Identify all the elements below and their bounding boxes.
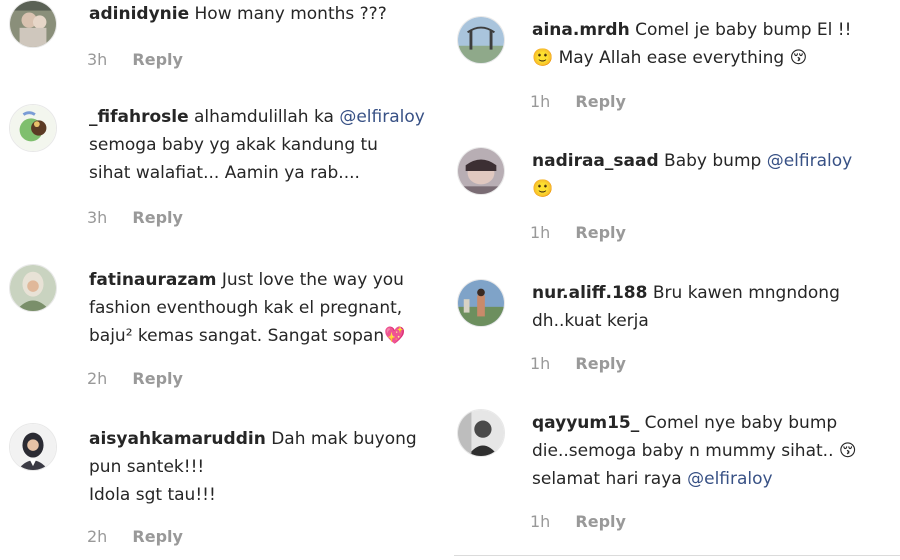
heart-emoji-icon: 💖 — [384, 326, 406, 346]
comment-text: aina.mrdh Comel je baby bump El !! 🙂 May… — [532, 16, 851, 72]
comment-timestamp: 2h — [87, 369, 108, 388]
comment-message: alhamdulillah ka — [194, 107, 334, 127]
comment-text: qayyum15_ Comel nye baby bump die..semog… — [532, 409, 857, 493]
kiss-emoji-icon: 😚 — [789, 48, 808, 68]
reply-button[interactable]: Reply — [575, 354, 626, 373]
comment-message: Just love the way you — [221, 270, 404, 290]
avatar[interactable] — [9, 264, 57, 312]
comment-message-line: sihat walafiat... Aamin ya rab.... — [89, 163, 360, 183]
avatar[interactable] — [457, 279, 505, 327]
reply-button[interactable]: Reply — [132, 527, 183, 546]
kiss-emoji-icon: 😚 — [838, 441, 857, 461]
comment-username[interactable]: fatinaurazam — [89, 270, 216, 290]
comment-username[interactable]: _fifahrosle — [89, 107, 189, 127]
reply-button[interactable]: Reply — [132, 50, 183, 69]
mention-link[interactable]: @elfiraloy — [339, 107, 424, 127]
comment-message-line: selamat hari raya — [532, 469, 682, 489]
comment-username[interactable]: aina.mrdh — [532, 20, 630, 40]
mention-link[interactable]: @elfiraloy — [767, 151, 852, 171]
reply-button[interactable]: Reply — [132, 208, 183, 227]
avatar[interactable] — [9, 104, 57, 152]
comment-message-line: baju² kemas sangat. Sangat sopan — [89, 326, 385, 346]
comment-meta: 2h Reply — [87, 527, 183, 546]
comment-message: Dah mak buyong — [271, 429, 417, 449]
comment-message-line: Idola sgt tau!!! — [89, 485, 216, 505]
reply-button[interactable]: Reply — [575, 92, 626, 111]
comment-message: Comel je baby bump El !! — [635, 20, 852, 40]
comment-message-line: dh..kuat kerja — [532, 311, 649, 331]
smile-emoji-icon: 🙂 — [532, 179, 554, 199]
comment-meta: 3h Reply — [87, 208, 183, 227]
comment-meta: 1h Reply — [530, 512, 626, 531]
avatar[interactable] — [9, 423, 57, 471]
comment-message-line: die..semoga baby n mummy sihat.. — [532, 441, 834, 461]
comment-username[interactable]: nadiraa_saad — [532, 151, 659, 171]
comment-username[interactable]: qayyum15_ — [532, 413, 639, 433]
mention-link[interactable]: @elfiraloy — [687, 469, 772, 489]
comment-message-line: May Allah ease everything — [558, 48, 785, 68]
comment-timestamp: 1h — [530, 223, 551, 242]
comment-message-line: semoga baby yg akak kandung tu — [89, 135, 378, 155]
comment-text: fatinaurazam Just love the way you fashi… — [89, 266, 405, 350]
reply-button[interactable]: Reply — [575, 512, 626, 531]
comment-text: adinidynie How many months ??? — [89, 0, 387, 28]
comment-meta: 3h Reply — [87, 50, 183, 69]
comment-text: aisyahkamaruddin Dah mak buyong pun sant… — [89, 425, 417, 509]
avatar[interactable] — [457, 16, 505, 64]
comment-message-line: fashion eventhough kak el pregnant, — [89, 298, 403, 318]
comment-username[interactable]: nur.aliff.188 — [532, 283, 647, 303]
comment-username[interactable]: adinidynie — [89, 4, 189, 24]
comment-timestamp: 1h — [530, 92, 551, 111]
comment-timestamp: 2h — [87, 527, 108, 546]
comment-timestamp: 3h — [87, 208, 108, 227]
comment-meta: 1h Reply — [530, 354, 626, 373]
comment-username[interactable]: aisyahkamaruddin — [89, 429, 266, 449]
comment-message: Bru kawen mngndong — [652, 283, 840, 303]
avatar[interactable] — [9, 0, 57, 48]
comment-meta: 2h Reply — [87, 369, 183, 388]
avatar[interactable] — [457, 147, 505, 195]
comment-text: nur.aliff.188 Bru kawen mngndong dh..kua… — [532, 279, 840, 335]
comment-timestamp: 1h — [530, 512, 551, 531]
divider — [454, 555, 900, 556]
comment-message: Baby bump — [664, 151, 762, 171]
reply-button[interactable]: Reply — [575, 223, 626, 242]
comment-meta: 1h Reply — [530, 92, 626, 111]
comment-meta: 1h Reply — [530, 223, 626, 242]
comment-timestamp: 3h — [87, 50, 108, 69]
smile-emoji-icon: 🙂 — [532, 48, 554, 68]
comment-text: nadiraa_saad Baby bump @elfiraloy 🙂 — [532, 147, 852, 203]
avatar[interactable] — [457, 409, 505, 457]
comment-timestamp: 1h — [530, 354, 551, 373]
comment-text: _fifahrosle alhamdulillah ka @elfiraloy … — [89, 103, 425, 187]
comment-message: How many months ??? — [194, 4, 387, 24]
reply-button[interactable]: Reply — [132, 369, 183, 388]
comment-message-line: pun santek!!! — [89, 457, 205, 477]
comment-message: Comel nye baby bump — [644, 413, 838, 433]
